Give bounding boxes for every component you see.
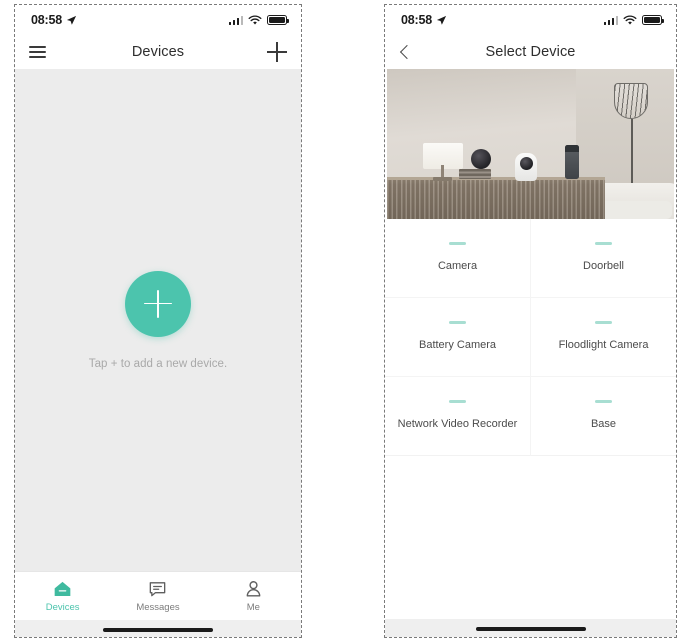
device-option-camera[interactable]: Camera bbox=[385, 219, 531, 298]
select-device-body: Camera Doorbell Battery Camera Floodligh… bbox=[385, 219, 676, 619]
tab-label-messages: Messages bbox=[136, 602, 180, 613]
home-indicator-area bbox=[15, 620, 301, 637]
menu-button[interactable] bbox=[29, 35, 46, 69]
home-icon bbox=[54, 581, 71, 596]
floor-lamp-shade bbox=[614, 83, 648, 119]
status-bar-left-2: 08:58 bbox=[401, 13, 447, 27]
device-label: Doorbell bbox=[583, 260, 624, 273]
phone-screen-select-device: 08:58 Select Device Camera Doorbell Batt… bbox=[384, 4, 677, 638]
tab-label-devices: Devices bbox=[45, 602, 80, 613]
battery-full-icon bbox=[642, 15, 665, 25]
tab-devices[interactable]: Devices bbox=[15, 579, 110, 613]
chevron-left-icon bbox=[399, 44, 415, 60]
hero-image bbox=[387, 69, 674, 219]
add-device-fab[interactable] bbox=[125, 270, 191, 337]
page-title-2: Select Device bbox=[485, 44, 576, 60]
wifi-icon bbox=[248, 14, 262, 25]
empty-space bbox=[385, 456, 676, 619]
device-placeholder-icon bbox=[595, 242, 612, 246]
black-camera bbox=[471, 149, 491, 169]
tab-messages[interactable]: Messages bbox=[110, 579, 205, 613]
table-lamp-base bbox=[433, 177, 452, 181]
nav-bar-devices: Devices bbox=[15, 35, 301, 69]
stacked-books bbox=[459, 169, 491, 179]
device-label: Base bbox=[590, 418, 617, 431]
location-arrow-icon bbox=[66, 15, 77, 25]
home-indicator-2[interactable] bbox=[475, 627, 586, 631]
bottom-tab-bar: Devices Messages Me bbox=[15, 571, 301, 620]
device-option-battery-camera[interactable]: Battery Camera bbox=[385, 298, 531, 377]
tab-me[interactable]: Me bbox=[206, 579, 301, 613]
white-camera bbox=[515, 153, 537, 181]
tab-label-me: Me bbox=[246, 602, 260, 613]
screenshot-stage: 08:58 Devices Tap + to add a new device.… bbox=[0, 0, 691, 642]
empty-state-hint: Tap + to add a new device. bbox=[88, 357, 228, 370]
device-option-base[interactable]: Base bbox=[531, 377, 676, 456]
device-option-floodlight-camera[interactable]: Floodlight Camera bbox=[531, 298, 676, 377]
page-title: Devices bbox=[131, 44, 185, 60]
device-placeholder-icon bbox=[449, 242, 466, 246]
hamburger-menu-icon bbox=[29, 46, 46, 58]
device-grid-row: Network Video Recorder Base bbox=[385, 377, 676, 456]
status-bar-2: 08:58 bbox=[385, 5, 676, 35]
status-bar-right-2 bbox=[603, 14, 665, 26]
location-arrow-icon bbox=[436, 15, 447, 25]
device-placeholder-icon bbox=[595, 400, 612, 404]
chat-bubble-icon bbox=[150, 582, 166, 597]
device-label: Network Video Recorder bbox=[397, 418, 518, 431]
person-icon bbox=[246, 581, 261, 597]
cellular-signal-icon bbox=[228, 15, 243, 25]
back-button[interactable] bbox=[399, 35, 415, 69]
cellular-signal-icon bbox=[603, 15, 618, 25]
plus-icon bbox=[267, 42, 287, 62]
home-indicator-area-2 bbox=[385, 619, 676, 637]
sideboard bbox=[387, 177, 606, 219]
status-time: 08:58 bbox=[31, 13, 62, 27]
status-bar-left: 08:58 bbox=[31, 13, 77, 27]
wifi-icon bbox=[623, 14, 637, 25]
device-grid-row: Battery Camera Floodlight Camera bbox=[385, 298, 676, 377]
status-bar-right bbox=[228, 14, 290, 26]
battery-full-icon bbox=[267, 15, 290, 25]
smart-speaker bbox=[565, 145, 579, 179]
status-bar: 08:58 bbox=[15, 5, 301, 35]
add-device-button[interactable] bbox=[267, 35, 287, 69]
device-placeholder-icon bbox=[449, 400, 466, 404]
device-placeholder-icon bbox=[449, 321, 466, 325]
device-option-doorbell[interactable]: Doorbell bbox=[531, 219, 676, 298]
devices-empty-state: Tap + to add a new device. bbox=[15, 69, 301, 571]
nav-bar-select-device: Select Device bbox=[385, 35, 676, 69]
device-placeholder-icon bbox=[595, 321, 612, 325]
device-label: Floodlight Camera bbox=[558, 339, 649, 352]
device-grid-row: Camera Doorbell bbox=[385, 219, 676, 298]
device-label: Camera bbox=[437, 260, 478, 273]
device-option-network-video-recorder[interactable]: Network Video Recorder bbox=[385, 377, 531, 456]
home-indicator[interactable] bbox=[103, 628, 213, 632]
device-label: Battery Camera bbox=[418, 339, 497, 352]
status-time-2: 08:58 bbox=[401, 13, 432, 27]
floor-lamp-pole bbox=[630, 119, 633, 191]
phone-screen-devices: 08:58 Devices Tap + to add a new device.… bbox=[14, 4, 302, 638]
device-type-grid: Camera Doorbell Battery Camera Floodligh… bbox=[385, 219, 676, 456]
